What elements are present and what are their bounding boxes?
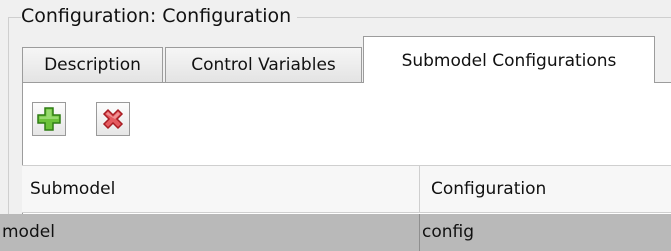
x-icon — [102, 108, 124, 130]
add-button[interactable] — [32, 102, 66, 136]
tab-submodel-configurations[interactable]: Submodel Configurations — [363, 36, 655, 83]
plus-icon — [37, 107, 61, 131]
column-header-configuration[interactable]: Configuration — [420, 166, 671, 212]
cell-submodel[interactable]: model — [0, 214, 420, 251]
remove-button[interactable] — [96, 102, 130, 136]
table-header: Submodel Configuration — [22, 165, 671, 213]
submodel-table: Submodel Configuration model config — [0, 165, 671, 251]
group-title: Configuration: Configuration — [21, 5, 298, 27]
cell-configuration[interactable]: config — [420, 214, 671, 251]
tab-description[interactable]: Description — [22, 47, 163, 83]
column-header-submodel[interactable]: Submodel — [22, 166, 420, 212]
table-row[interactable]: model config — [0, 214, 671, 251]
tab-control-variables[interactable]: Control Variables — [165, 47, 362, 83]
configuration-panel: Configuration: Configuration Description… — [0, 0, 671, 251]
